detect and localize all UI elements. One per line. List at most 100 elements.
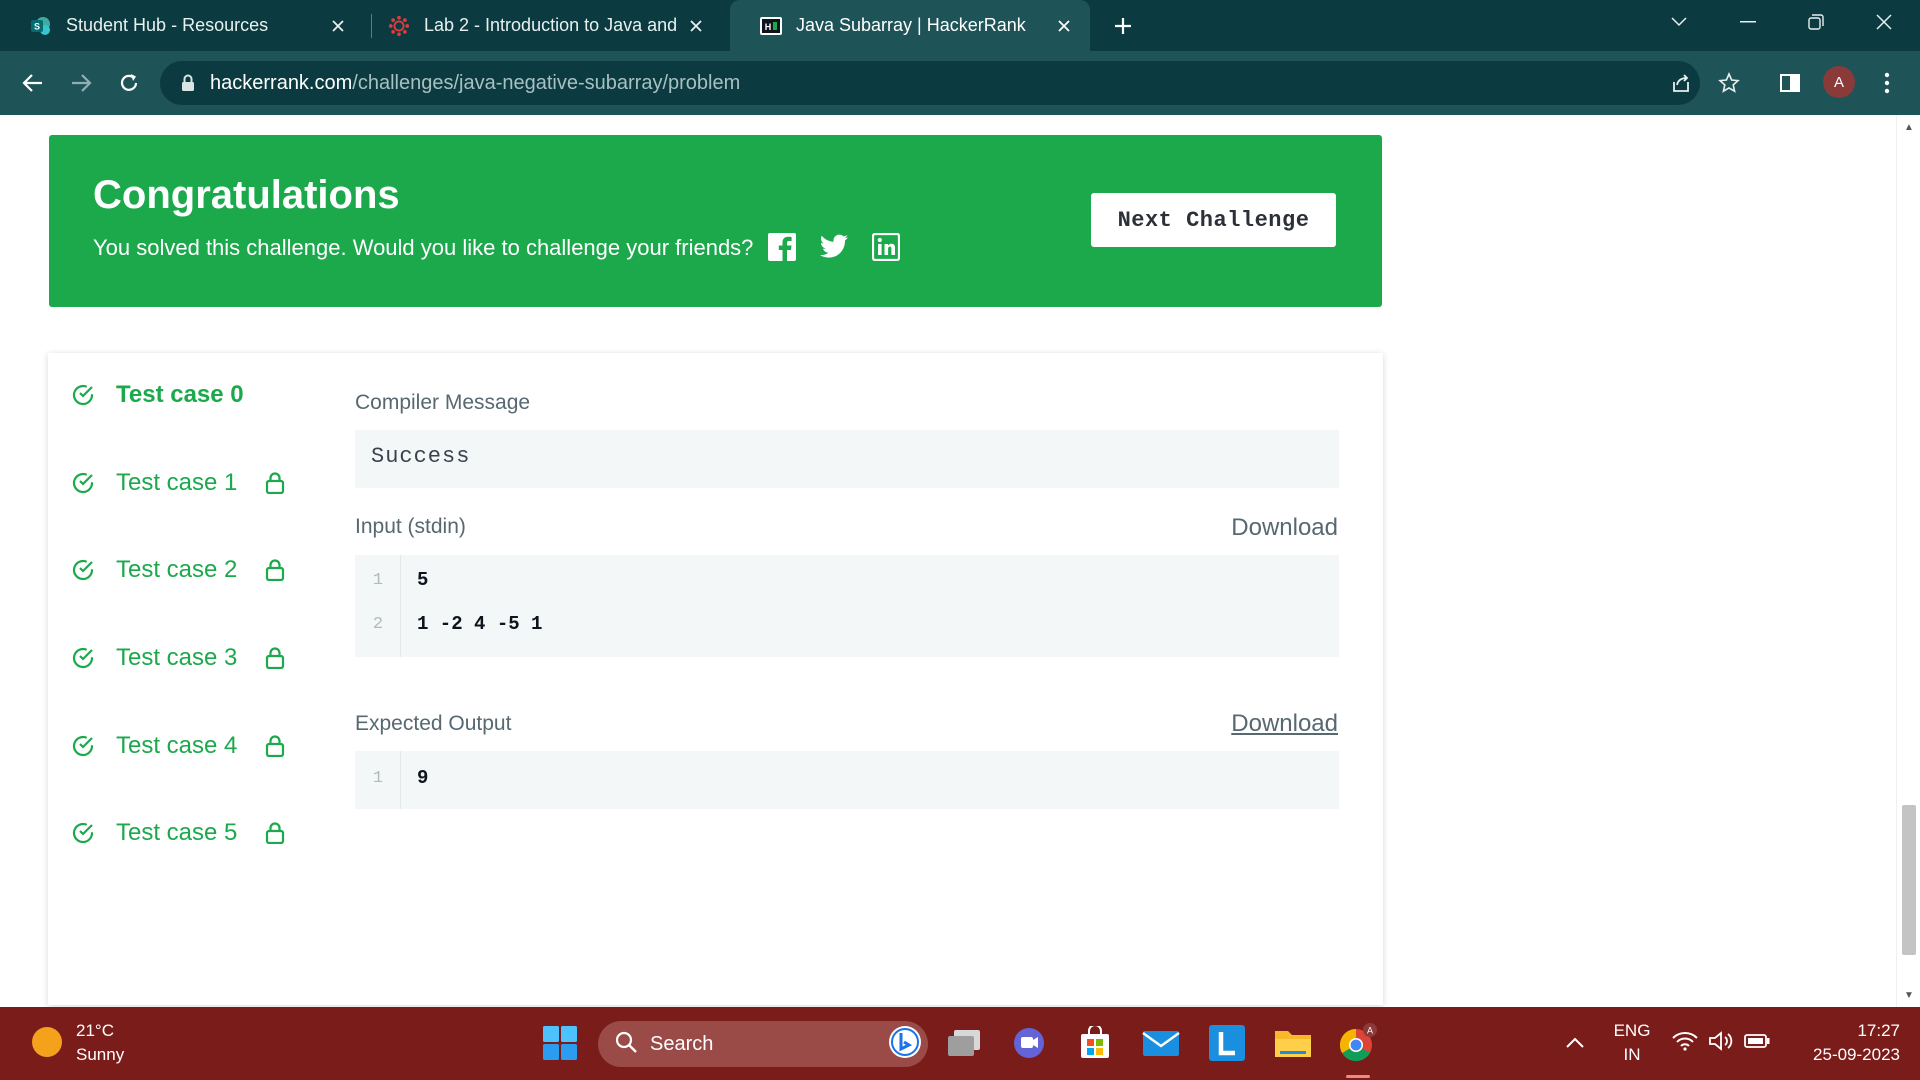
- linkedin-icon[interactable]: [870, 231, 902, 263]
- side-panel-icon[interactable]: [1779, 72, 1801, 94]
- new-tab-button[interactable]: [1106, 9, 1140, 43]
- system-tray-status[interactable]: [1666, 1021, 1776, 1065]
- compiler-message-text: Success: [371, 444, 471, 469]
- check-circle-icon: [70, 733, 96, 759]
- clock-date[interactable]: 25-09-2023: [1790, 1045, 1900, 1065]
- test-case-0[interactable]: Test case 0: [70, 377, 244, 413]
- input-download-link[interactable]: Download: [1231, 514, 1338, 542]
- hackerrank-icon: H: [760, 15, 782, 37]
- task-view-icon[interactable]: [942, 1021, 986, 1065]
- tab-strip: S Student Hub - Resources Lab 2 - Introd…: [0, 0, 1920, 51]
- weather-temperature[interactable]: 21°C: [76, 1021, 114, 1041]
- address-bar[interactable]: hackerrank.com/challenges/java-negative-…: [160, 61, 1700, 105]
- tab-lab2[interactable]: Lab 2 - Introduction to Java and: [358, 0, 722, 51]
- lock-icon[interactable]: [178, 73, 198, 93]
- expected-output-label: Expected Output: [355, 712, 512, 735]
- test-case-5[interactable]: Test case 5: [70, 815, 287, 851]
- back-icon[interactable]: [14, 64, 52, 102]
- input-code-box: 1 5 2 1 -2 4 -5 1: [355, 555, 1339, 657]
- search-icon: [614, 1030, 638, 1059]
- code-line: 5: [417, 569, 429, 591]
- scroll-down-icon[interactable]: ▼: [1901, 987, 1917, 1003]
- test-case-label: Test case 5: [116, 819, 238, 846]
- expected-output-box: 1 9: [355, 751, 1339, 809]
- scroll-up-icon[interactable]: ▲: [1901, 119, 1917, 135]
- line-number: 1: [372, 769, 384, 788]
- tab-java-subarray[interactable]: H Java Subarray | HackerRank: [730, 0, 1090, 51]
- lock-icon: [263, 821, 287, 845]
- l-app-icon[interactable]: [1205, 1021, 1249, 1065]
- battery-icon: [1744, 1033, 1770, 1053]
- reload-icon[interactable]: [110, 64, 148, 102]
- browser-toolbar: hackerrank.com/challenges/java-negative-…: [0, 51, 1920, 115]
- profile-avatar[interactable]: A: [1823, 66, 1855, 98]
- code-line: 9: [417, 767, 429, 789]
- lock-icon: [263, 558, 287, 582]
- check-circle-icon: [70, 382, 96, 408]
- expected-download-link[interactable]: Download: [1231, 710, 1338, 738]
- forward-icon[interactable]: [62, 64, 100, 102]
- teams-chat-icon[interactable]: [1007, 1021, 1051, 1065]
- test-case-4[interactable]: Test case 4: [70, 728, 287, 764]
- close-icon[interactable]: [1050, 12, 1078, 40]
- lock-icon: [263, 646, 287, 670]
- active-app-indicator: [1346, 1075, 1370, 1078]
- check-circle-icon: [70, 645, 96, 671]
- tab-title: Java Subarray | HackerRank: [796, 15, 1026, 35]
- wifi-icon: [1672, 1031, 1698, 1056]
- test-case-3[interactable]: Test case 3: [70, 640, 287, 676]
- banner-title: Congratulations: [93, 173, 400, 217]
- share-icon[interactable]: [1670, 72, 1692, 94]
- bing-icon[interactable]: [888, 1025, 922, 1064]
- minimize-icon[interactable]: [1720, 0, 1776, 44]
- test-case-label: Test case 1: [116, 469, 238, 496]
- restore-icon[interactable]: [1788, 0, 1844, 44]
- svg-text:S: S: [34, 21, 40, 31]
- language-code[interactable]: ENG: [1612, 1021, 1652, 1041]
- volume-icon: [1708, 1030, 1734, 1057]
- sun-icon[interactable]: [32, 1027, 62, 1057]
- taskbar-search[interactable]: Search: [598, 1021, 928, 1067]
- check-circle-icon: [70, 557, 96, 583]
- file-explorer-icon[interactable]: [1271, 1021, 1315, 1065]
- svg-text:H: H: [765, 22, 772, 32]
- sharepoint-icon: S: [30, 15, 52, 37]
- search-label: Search: [650, 1032, 714, 1055]
- weather-description[interactable]: Sunny: [76, 1045, 124, 1065]
- scroll-thumb[interactable]: [1902, 805, 1916, 955]
- language-region[interactable]: IN: [1612, 1045, 1652, 1065]
- test-case-2[interactable]: Test case 2: [70, 552, 287, 588]
- tab-title: Lab 2 - Introduction to Java and: [424, 15, 678, 35]
- code-line: 1 -2 4 -5 1: [417, 613, 543, 635]
- test-case-1[interactable]: Test case 1: [70, 465, 287, 501]
- tab-search-icon[interactable]: [1651, 0, 1707, 44]
- facebook-icon[interactable]: [766, 231, 798, 263]
- windows-start-icon[interactable]: [538, 1021, 582, 1065]
- menu-kebab-icon[interactable]: [1876, 72, 1898, 94]
- check-circle-icon: [70, 820, 96, 846]
- page-scrollbar[interactable]: ▲ ▼: [1896, 115, 1920, 1007]
- microsoft-store-icon[interactable]: [1073, 1021, 1117, 1065]
- mail-icon[interactable]: [1139, 1021, 1183, 1065]
- test-case-label: Test case 2: [116, 556, 238, 583]
- test-results-panel: Test case 0 Test case 1 Test case 2 Test…: [48, 353, 1383, 1005]
- url-text: hackerrank.com/challenges/java-negative-…: [210, 72, 740, 95]
- twitter-icon[interactable]: [818, 231, 850, 263]
- compiler-message-label: Compiler Message: [355, 391, 531, 414]
- chevron-up-icon[interactable]: [1553, 1021, 1597, 1065]
- line-number: 2: [372, 615, 384, 634]
- window-close-icon[interactable]: [1856, 0, 1912, 44]
- test-case-label: Test case 0: [116, 381, 244, 408]
- url-host: hackerrank.com: [210, 71, 353, 94]
- close-icon[interactable]: [682, 12, 710, 40]
- lock-icon: [263, 471, 287, 495]
- chrome-icon[interactable]: A: [1336, 1021, 1380, 1065]
- next-challenge-button[interactable]: Next Challenge: [1091, 193, 1336, 247]
- clock-time[interactable]: 17:27: [1790, 1021, 1900, 1041]
- tab-student-hub[interactable]: S Student Hub - Resources: [0, 0, 364, 51]
- input-label: Input (stdin): [355, 515, 466, 538]
- close-icon[interactable]: [324, 12, 352, 40]
- page-viewport: Congratulations You solved this challeng…: [0, 115, 1920, 1007]
- bookmark-star-icon[interactable]: [1718, 72, 1740, 94]
- test-case-label: Test case 3: [116, 644, 238, 671]
